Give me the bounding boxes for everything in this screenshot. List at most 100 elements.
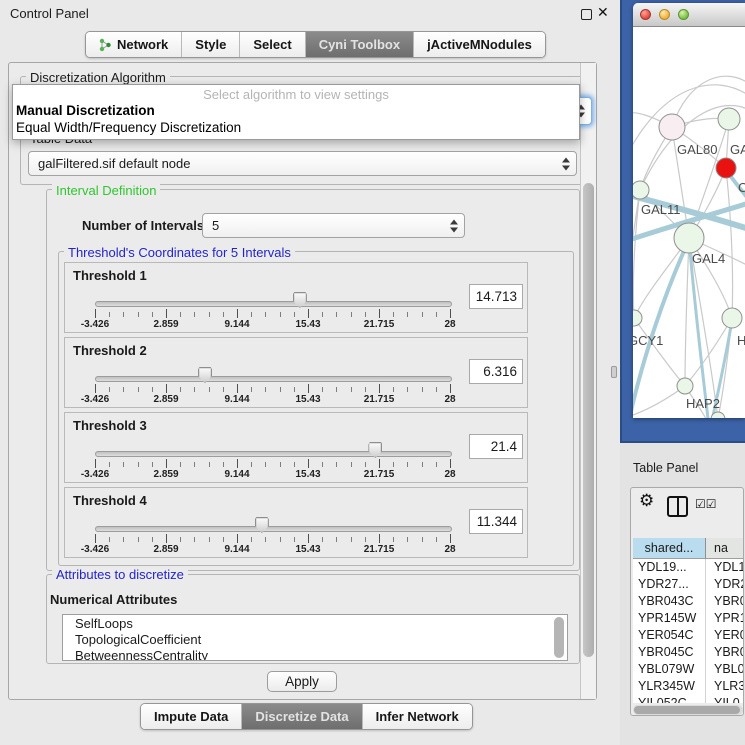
bottom-tab-discretize-data[interactable]: Discretize Data [242, 704, 362, 729]
tick-mark [265, 312, 266, 317]
gear-icon[interactable]: ⚙ [639, 491, 654, 511]
tick-mark [109, 387, 110, 392]
table-row[interactable]: YER054CYER0 [633, 627, 743, 644]
table-panel: ⚙ ☑☑ shared...na YDL19...YDL1YDR27...YDR… [630, 487, 744, 716]
tick-label: 2.859 [141, 394, 191, 405]
close-traffic-light-icon[interactable] [640, 9, 651, 20]
number-of-intervals-select[interactable]: 5 [202, 213, 465, 238]
tick-mark [393, 537, 394, 542]
table-row[interactable]: YBR043CYBR0 [633, 593, 743, 610]
network-node-gal80[interactable] [659, 114, 685, 140]
tick-mark [237, 384, 238, 393]
table-row[interactable]: YIL052CYIL0 [633, 695, 743, 703]
tick-mark [123, 387, 124, 392]
tick-label: 28 [425, 319, 475, 330]
tick-mark [351, 537, 352, 542]
threshold-value-field[interactable]: 21.4 [469, 434, 523, 459]
node-label-ga: GA [730, 142, 745, 157]
dropdown-option-manual-discretization[interactable]: Manual Discretization [16, 102, 155, 119]
node-table: shared...na YDL19...YDL1YDR27...YDR2YBR0… [633, 538, 743, 703]
threshold-value-field[interactable]: 14.713 [469, 284, 523, 309]
close-icon[interactable]: ✕ [597, 4, 609, 21]
tick-mark [450, 459, 451, 468]
tick-mark [379, 534, 380, 543]
control-panel: Control Panel ✕ NetworkStyleSelectCyni T… [0, 0, 620, 745]
tick-mark [294, 387, 295, 392]
table-cell: YER0 [706, 627, 743, 644]
tick-mark [180, 462, 181, 467]
tick-mark [407, 537, 408, 542]
node-label-gal80: GAL80 [677, 142, 717, 157]
threshold-3-panel: Threshold 3 -3.4262.8599.14415.4321.7152… [64, 412, 528, 483]
network-window-titlebar[interactable] [633, 3, 745, 27]
network-node-gal4[interactable] [674, 223, 704, 253]
tick-mark [138, 462, 139, 467]
tab-jactivemnodules[interactable]: jActiveMNodules [414, 32, 545, 57]
table-row[interactable]: YPR145WYPR1 [633, 610, 743, 627]
table-row[interactable]: YLR345WYLR3 [633, 678, 743, 695]
tick-mark [223, 312, 224, 317]
network-node-ga[interactable] [718, 108, 740, 130]
tick-mark [393, 312, 394, 317]
tick-mark [109, 537, 110, 542]
slider-scale-labels: -3.4262.8599.14415.4321.71528 [65, 469, 529, 482]
slider-track[interactable] [95, 376, 452, 382]
tick-label: 28 [425, 544, 475, 555]
tick-mark [351, 462, 352, 467]
slider-track[interactable] [95, 451, 452, 457]
threshold-value-field[interactable]: 11.344 [469, 509, 523, 534]
tick-mark [336, 537, 337, 542]
network-node-hap2[interactable] [677, 378, 693, 394]
table-cell: YLR345W [633, 678, 706, 695]
tick-mark [308, 384, 309, 393]
float-window-icon[interactable] [581, 9, 592, 20]
tick-mark [379, 459, 380, 468]
list-item-topologicalcoefficient[interactable]: TopologicalCoefficient [75, 632, 567, 647]
table-data-select[interactable]: galFiltered.sif default node [28, 151, 577, 176]
apply-button[interactable]: Apply [267, 671, 337, 692]
network-node-gal11[interactable] [633, 181, 649, 199]
list-item-betweennesscentrality[interactable]: BetweennessCentrality [75, 648, 567, 661]
tick-mark [123, 312, 124, 317]
tick-mark [138, 537, 139, 542]
network-node-h[interactable] [722, 308, 742, 328]
table-row[interactable]: YDR27...YDR2 [633, 576, 743, 593]
panel-splitter-handle[interactable] [611, 366, 617, 378]
bottom-tab-impute-data[interactable]: Impute Data [141, 704, 242, 729]
list-scrollbar[interactable] [554, 617, 564, 658]
tick-label: 9.144 [212, 544, 262, 555]
checkbox-icons[interactable]: ☑☑ [695, 497, 717, 511]
tick-mark [123, 462, 124, 467]
tab-cyni-toolbox[interactable]: Cyni Toolbox [306, 32, 414, 57]
tick-mark [379, 309, 380, 318]
tab-style[interactable]: Style [182, 32, 240, 57]
network-canvas[interactable]: GAL80GACGAL11GAL4GCY1HHAP2 [633, 27, 745, 418]
column-header-shared[interactable]: shared... [633, 538, 706, 559]
table-hscrollbar-thumb[interactable] [634, 706, 740, 714]
bottom-tab-infer-network[interactable]: Infer Network [363, 704, 472, 729]
numerical-attributes-list: SelfLoopsTopologicalCoefficientBetweenne… [62, 614, 568, 661]
threshold-value-field[interactable]: 6.316 [469, 359, 523, 384]
table-row[interactable]: YBL079WYBL0 [633, 661, 743, 678]
tab-network[interactable]: Network [86, 32, 182, 57]
network-node-gcy1[interactable] [633, 310, 642, 326]
tick-mark [152, 537, 153, 542]
list-item-selfloops[interactable]: SelfLoops [75, 616, 567, 631]
minimize-traffic-light-icon[interactable] [659, 9, 670, 20]
split-pane-icon[interactable] [667, 496, 688, 517]
slider-track[interactable] [95, 526, 452, 532]
tab-select[interactable]: Select [240, 32, 305, 57]
dropdown-option-equal-width-frequency[interactable]: Equal Width/Frequency Discretization [16, 119, 241, 136]
tick-mark [209, 462, 210, 467]
slider-track[interactable] [95, 301, 452, 307]
table-row[interactable]: YDL19...YDL1 [633, 559, 743, 576]
network-node-c[interactable] [716, 158, 736, 178]
attributes-group-label: Attributes to discretize [52, 567, 188, 582]
column-header-na[interactable]: na [706, 538, 743, 559]
table-row[interactable]: YBR045CYBR0 [633, 644, 743, 661]
tick-label: 15.43 [283, 394, 333, 405]
zoom-traffic-light-icon[interactable] [678, 9, 689, 20]
table-data-select-value: galFiltered.sif default node [38, 152, 190, 175]
content-scrollbar-thumb[interactable] [583, 183, 594, 657]
tick-mark [251, 462, 252, 467]
